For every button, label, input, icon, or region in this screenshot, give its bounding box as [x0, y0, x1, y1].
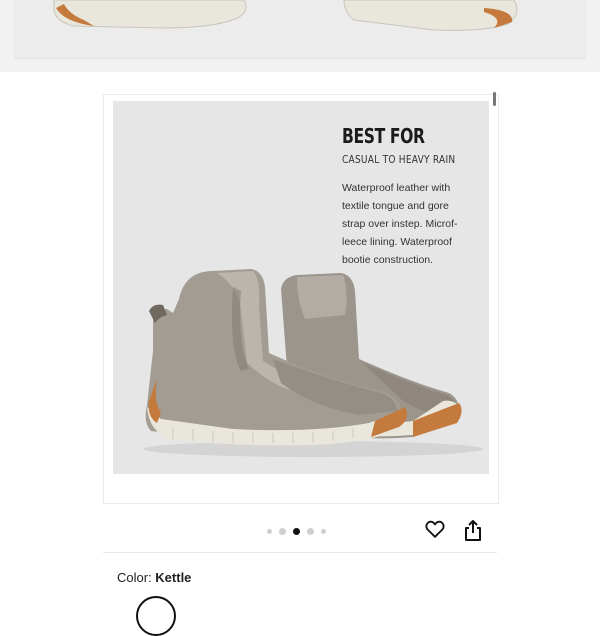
favorite-button[interactable]: [424, 518, 446, 542]
feature-description: Waterproof leather with textile tongue a…: [342, 179, 489, 269]
previous-image-strip: [0, 0, 600, 72]
color-selection-label: Color: Kettle: [117, 570, 191, 585]
carousel-dot[interactable]: [307, 527, 314, 535]
carousel-dot[interactable]: [321, 528, 326, 534]
description-line: strap over instep. Microf-: [342, 218, 458, 230]
section-divider: [103, 552, 497, 553]
feature-heading: BEST FOR: [342, 124, 425, 148]
description-line: leece lining. Waterproof: [342, 236, 452, 248]
previous-shoe-illustration: [53, 0, 518, 31]
scrollbar-thumb[interactable]: [493, 92, 496, 106]
description-line: textile tongue and gore: [342, 200, 449, 212]
heart-icon: [425, 520, 445, 538]
carousel-dot[interactable]: [279, 527, 286, 535]
feature-subheading: CASUAL TO HEAVY RAIN: [342, 153, 456, 166]
carousel-dot[interactable]: [267, 528, 272, 534]
color-value: Kettle: [155, 570, 192, 585]
description-line: bootie construction.: [342, 254, 434, 266]
color-swatch-selected[interactable]: [136, 596, 176, 636]
share-icon: [465, 520, 481, 541]
product-image[interactable]: BEST FOR CASUAL TO HEAVY RAIN Waterproof…: [113, 101, 489, 474]
share-button[interactable]: [462, 518, 484, 542]
description-line: Waterproof leather with: [342, 182, 451, 194]
color-label: Color:: [117, 570, 156, 585]
previous-product-image: [14, 0, 586, 59]
carousel-pagination: [267, 527, 326, 535]
carousel-dot-active[interactable]: [293, 527, 300, 535]
